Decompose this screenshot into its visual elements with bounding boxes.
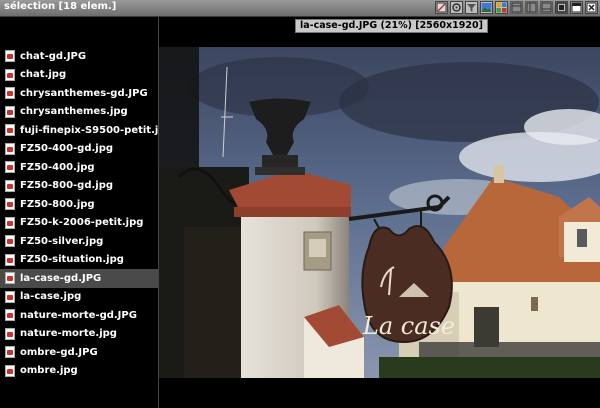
toolbar: [435, 1, 598, 15]
file-name: chrysanthemes-gd.JPG: [20, 87, 148, 99]
file-item[interactable]: ombre-gd.JPG: [0, 343, 158, 362]
file-item[interactable]: FZ50-800-gd.jpg: [0, 177, 158, 196]
window-title: sélection [18 elem.]: [4, 1, 117, 12]
file-name: la-case.jpg: [20, 291, 82, 303]
file-item[interactable]: FZ50-800.jpg: [0, 195, 158, 214]
file-name: nature-morte-gd.JPG: [20, 309, 137, 321]
landscape-view-button[interactable]: [480, 1, 493, 14]
sign-text: La case: [362, 312, 455, 340]
image-file-icon: [5, 124, 15, 137]
image-file-icon: [5, 364, 15, 377]
image-file-icon: [5, 216, 15, 229]
file-name: FZ50-k-2006-petit.jpg: [20, 217, 144, 229]
image-file-icon: [5, 179, 15, 192]
file-name: FZ50-800-gd.jpg: [20, 180, 114, 192]
image-file-icon: [5, 142, 15, 155]
filter-icon: [467, 4, 476, 12]
file-name: nature-morte.jpg: [20, 328, 117, 340]
close-button[interactable]: [585, 1, 598, 14]
window-button[interactable]: [570, 1, 583, 14]
file-item[interactable]: FZ50-400.jpg: [0, 158, 158, 177]
sidebar-header: [0, 17, 158, 43]
layout-icon: [541, 2, 552, 13]
image-file-icon: [5, 327, 15, 340]
file-item[interactable]: chrysanthemes.jpg: [0, 103, 158, 122]
image-info-label: la-case-gd.JPG (21%) [2560x1920]: [295, 19, 488, 33]
image-file-icon: [5, 68, 15, 81]
image-file-icon: [5, 253, 15, 266]
image-file-icon: [5, 309, 15, 322]
file-item[interactable]: chat-gd.JPG: [0, 47, 158, 66]
fullscreen-icon: [556, 2, 567, 13]
settings-button[interactable]: [450, 1, 463, 14]
file-name: la-case-gd.JPG: [20, 272, 102, 284]
layout-button-2[interactable]: [525, 1, 538, 14]
file-item[interactable]: FZ50-400-gd.jpg: [0, 140, 158, 159]
edit-icon: [436, 2, 447, 13]
grid-view-icon: [496, 2, 507, 13]
file-name: FZ50-400.jpg: [20, 161, 95, 173]
file-name: FZ50-400-gd.jpg: [20, 143, 114, 155]
file-name: ombre.jpg: [20, 365, 78, 377]
file-list: chat-gd.JPG chat.jpg chrysanthemes-gd.JP…: [0, 47, 158, 380]
file-item[interactable]: FZ50-situation.jpg: [0, 251, 158, 270]
file-item[interactable]: FZ50-k-2006-petit.jpg: [0, 214, 158, 233]
settings-icon: [452, 3, 461, 12]
title-bar: sélection [18 elem.]: [0, 0, 600, 17]
window-icon: [571, 2, 582, 13]
file-item[interactable]: ombre.jpg: [0, 362, 158, 381]
file-name: FZ50-situation.jpg: [20, 254, 124, 266]
image-file-icon: [5, 198, 15, 211]
file-name: chat.jpg: [20, 69, 67, 81]
file-item[interactable]: nature-morte-gd.JPG: [0, 306, 158, 325]
fullscreen-button[interactable]: [555, 1, 568, 14]
image-file-icon: [5, 105, 15, 118]
file-name: chrysanthemes.jpg: [20, 106, 128, 118]
image-file-icon: [5, 235, 15, 248]
file-item[interactable]: la-case-gd.JPG: [0, 269, 158, 288]
file-name: fuji-finepix-S9500-petit.jpg: [20, 124, 158, 136]
file-name: chat-gd.JPG: [20, 50, 87, 62]
file-name: ombre-gd.JPG: [20, 346, 98, 358]
image-file-icon: [5, 346, 15, 359]
layout-icon: [511, 2, 522, 13]
grid-view-button[interactable]: [495, 1, 508, 14]
file-item[interactable]: FZ50-silver.jpg: [0, 232, 158, 251]
layout-button-1[interactable]: [510, 1, 523, 14]
image-file-icon: [5, 272, 15, 285]
file-item[interactable]: fuji-finepix-S9500-petit.jpg: [0, 121, 158, 140]
edit-button[interactable]: [435, 1, 448, 14]
close-icon: [586, 2, 597, 13]
photo-display[interactable]: La case: [159, 47, 600, 378]
file-item[interactable]: nature-morte.jpg: [0, 325, 158, 344]
filter-button[interactable]: [465, 1, 478, 14]
layout-icon: [526, 2, 537, 13]
file-sidebar: chat-gd.JPG chat.jpg chrysanthemes-gd.JP…: [0, 17, 159, 408]
image-file-icon: [5, 87, 15, 100]
file-name: FZ50-800.jpg: [20, 198, 95, 210]
image-file-icon: [5, 50, 15, 63]
file-item[interactable]: la-case.jpg: [0, 288, 158, 307]
file-item[interactable]: chat.jpg: [0, 66, 158, 85]
layout-button-3[interactable]: [540, 1, 553, 14]
image-file-icon: [5, 161, 15, 174]
landscape-view-icon: [481, 3, 492, 12]
file-name: FZ50-silver.jpg: [20, 235, 104, 247]
image-viewer: la-case-gd.JPG (21%) [2560x1920] La case: [159, 17, 600, 408]
image-file-icon: [5, 290, 15, 303]
file-item[interactable]: chrysanthemes-gd.JPG: [0, 84, 158, 103]
